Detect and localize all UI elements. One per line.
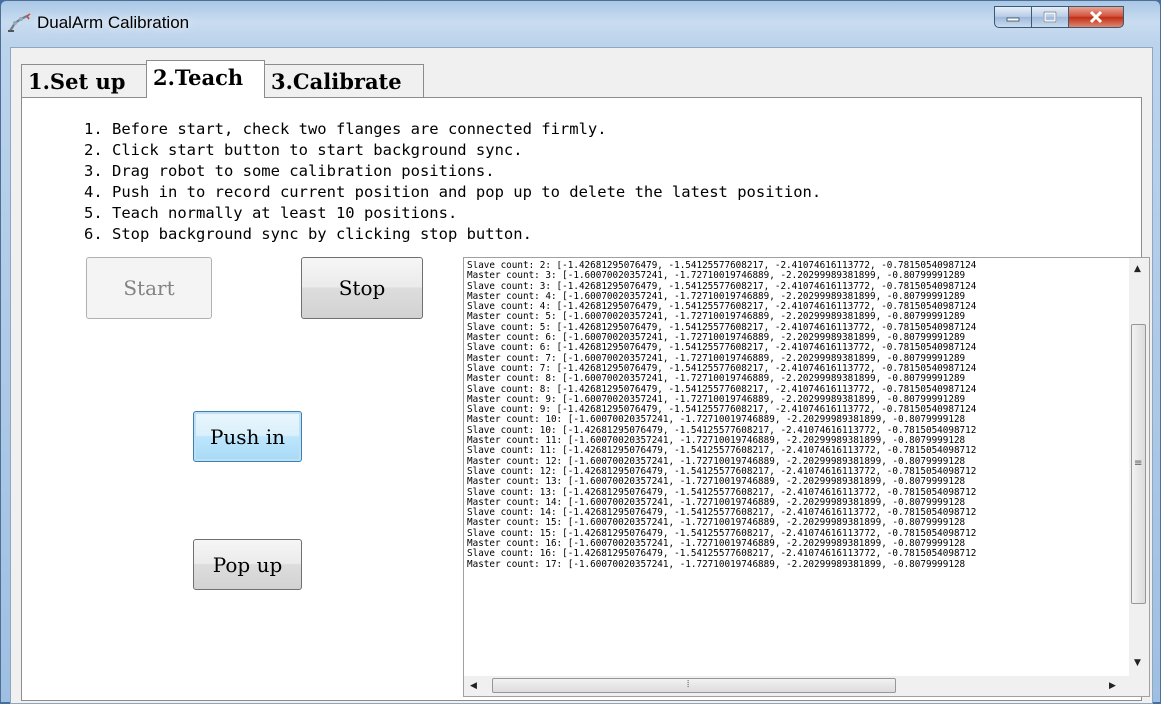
title-bar[interactable]: DualArm Calibration bbox=[1, 1, 1160, 47]
tab-calibrate[interactable]: 3.Calibrate bbox=[264, 64, 424, 98]
maximize-button[interactable] bbox=[1031, 6, 1069, 28]
scroll-corner bbox=[1129, 676, 1149, 696]
instruction-item: 1. Before start, check two flanges are c… bbox=[84, 120, 607, 138]
instruction-item: 6. Stop background sync by clicking stop… bbox=[84, 225, 532, 243]
minimize-icon bbox=[1006, 17, 1020, 22]
close-icon bbox=[1089, 10, 1103, 24]
robot-arm-icon bbox=[8, 13, 31, 32]
app-window: DualArm Calibration 1.Set up 2.Teach 3.C… bbox=[0, 0, 1161, 704]
vertical-scroll-thumb[interactable]: ≡ bbox=[1131, 324, 1146, 604]
instruction-item: 2. Click start button to start backgroun… bbox=[84, 141, 523, 159]
instruction-item: 3. Drag robot to some calibration positi… bbox=[84, 162, 495, 180]
horizontal-scroll-thumb[interactable]: ⦙ bbox=[492, 678, 896, 693]
vertical-scrollbar[interactable]: ▲ ≡ ▼ bbox=[1129, 258, 1149, 677]
grip-icon: ⦙ bbox=[687, 679, 690, 690]
instruction-item: 5. Teach normally at least 10 positions. bbox=[84, 204, 458, 222]
window-title: DualArm Calibration bbox=[37, 13, 190, 32]
pop-up-button[interactable]: Pop up bbox=[193, 539, 302, 590]
push-in-button[interactable]: Push in bbox=[193, 411, 302, 462]
grip-icon: ≡ bbox=[1134, 458, 1143, 469]
tab-set-up[interactable]: 1.Set up bbox=[21, 64, 147, 98]
log-line: Master count: 13: [-1.60070020357241, -1… bbox=[467, 476, 966, 488]
stop-button[interactable]: Stop bbox=[301, 257, 423, 319]
log-line: Master count: 17: [-1.60070020357241, -1… bbox=[467, 558, 966, 570]
start-button[interactable]: Start bbox=[86, 257, 212, 319]
close-button[interactable] bbox=[1068, 6, 1124, 28]
minimize-button[interactable] bbox=[994, 6, 1032, 28]
scroll-left-icon[interactable]: ◀ bbox=[470, 681, 477, 691]
scroll-down-icon[interactable]: ▼ bbox=[1134, 658, 1141, 668]
scroll-up-icon[interactable]: ▲ bbox=[1134, 264, 1141, 274]
tab-teach[interactable]: 2.Teach bbox=[146, 60, 265, 98]
scroll-right-icon[interactable]: ▶ bbox=[1109, 681, 1116, 691]
maximize-icon bbox=[1043, 11, 1057, 23]
log-textbox[interactable]: Slave count: 2: [-1.42681295076479, -1.5… bbox=[463, 257, 1150, 697]
instruction-item: 4. Push in to record current position an… bbox=[84, 183, 822, 201]
horizontal-scrollbar[interactable]: ◀ ⦙ ▶ bbox=[464, 676, 1129, 696]
instruction-list: 1. Before start, check two flanges are c… bbox=[84, 119, 821, 245]
client-area: 1.Set up 2.Teach 3.Calibrate 1. Before s… bbox=[10, 47, 1153, 704]
log-text: Slave count: 2: [-1.42681295076479, -1.5… bbox=[467, 261, 1127, 675]
teach-panel: 1. Before start, check two flanges are c… bbox=[21, 97, 1150, 701]
